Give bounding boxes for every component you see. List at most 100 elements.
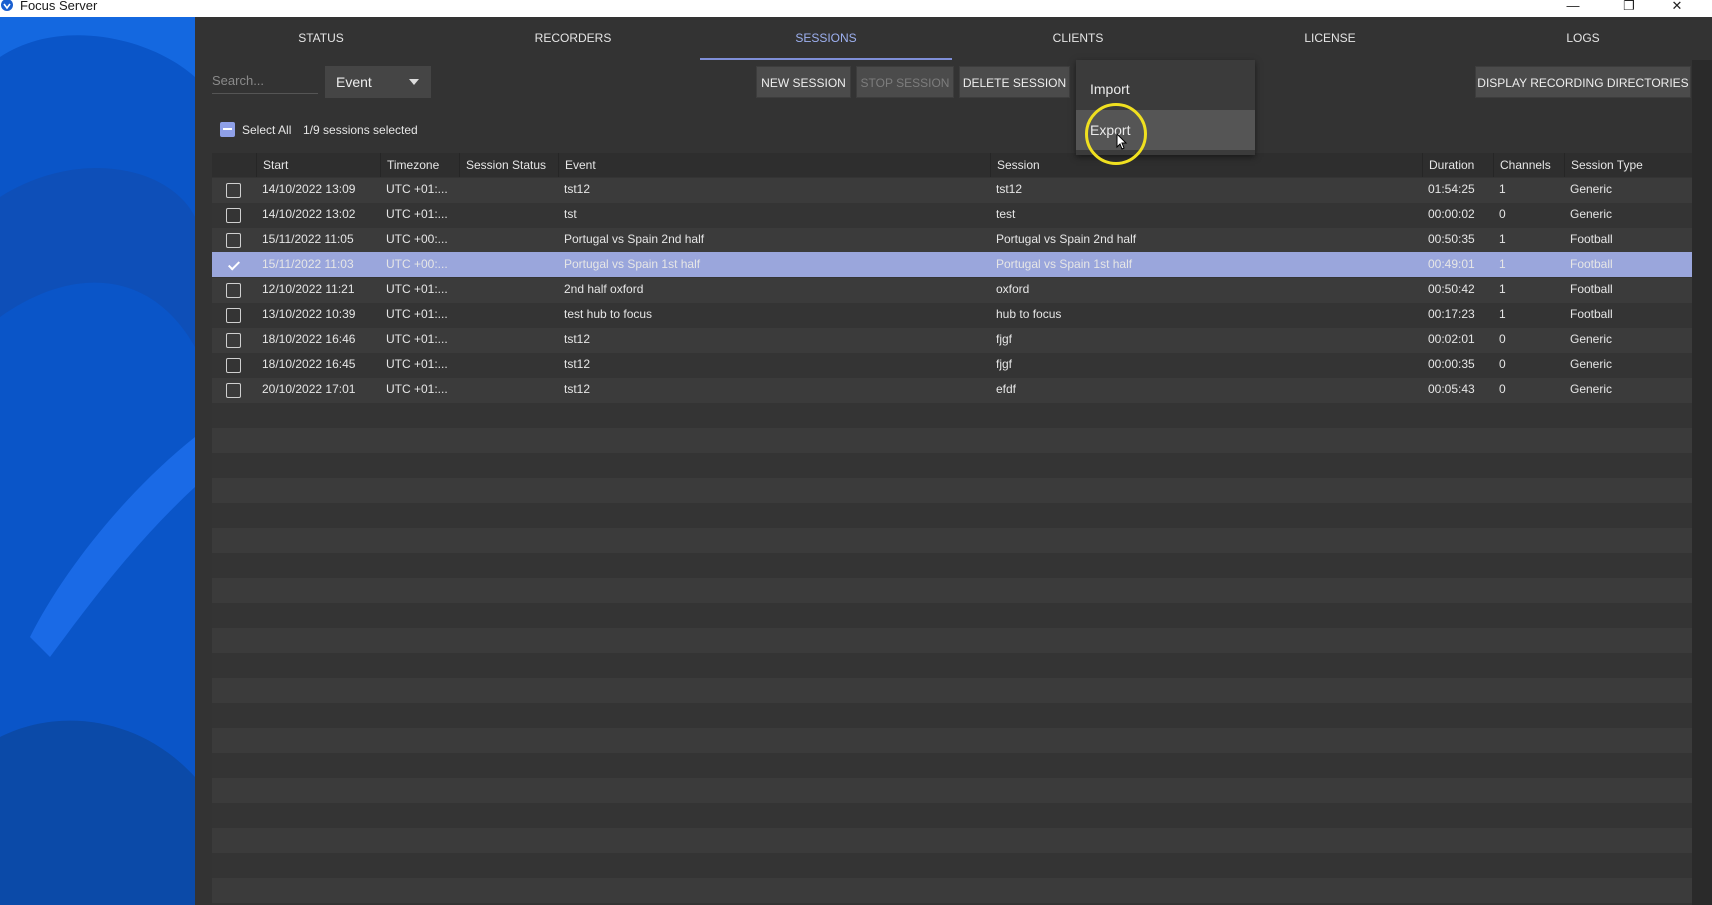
cell-session: tst12: [996, 182, 1023, 196]
cell-session-status: [459, 352, 558, 377]
column-header-session-status[interactable]: Session Status: [459, 153, 558, 177]
brand-side-panel: [0, 17, 195, 905]
table-row-selected[interactable]: 15/11/2022 11:03 UTC +00:... Portugal vs…: [212, 252, 1692, 277]
cell-start: 18/10/2022 16:45: [262, 357, 356, 371]
display-recording-directories-button[interactable]: DISPLAY RECORDING DIRECTORIES: [1475, 66, 1691, 98]
cell-event: test hub to focus: [564, 307, 653, 321]
row-checkbox[interactable]: [226, 233, 241, 248]
cell-session-type: Generic: [1570, 332, 1613, 346]
cell-event: Portugal vs Spain 2nd half: [564, 232, 705, 246]
tab-license[interactable]: LICENSE: [1204, 17, 1456, 60]
menu-item-import[interactable]: Import: [1076, 69, 1255, 109]
tab-logs[interactable]: LOGS: [1457, 17, 1709, 60]
cell-session-status: [459, 227, 558, 252]
cell-duration: 00:00:02: [1428, 207, 1475, 221]
top-tab-bar: STATUS RECORDERS SESSIONS CLIENTS LICENS…: [195, 17, 1712, 60]
tab-recorders[interactable]: RECORDERS: [447, 17, 699, 60]
cell-timezone: UTC +00:...: [386, 232, 448, 246]
sessions-table: Start Timezone Session Status Event Sess…: [212, 153, 1692, 905]
cell-timezone: UTC +01:...: [386, 182, 448, 196]
cell-duration: 00:50:35: [1428, 232, 1475, 246]
tab-clients[interactable]: CLIENTS: [952, 17, 1204, 60]
cell-duration: 00:17:23: [1428, 307, 1475, 321]
row-checkbox[interactable]: [226, 183, 241, 198]
cell-session-type: Generic: [1570, 382, 1613, 396]
maximize-button[interactable]: ❐: [1606, 0, 1652, 16]
cell-duration: 00:49:01: [1428, 257, 1475, 271]
row-checkbox[interactable]: [226, 358, 241, 373]
column-header-session[interactable]: Session: [990, 153, 1422, 177]
select-all-label[interactable]: Select All: [242, 123, 291, 137]
selected-count-text: 1/9 sessions selected: [303, 123, 418, 137]
table-row[interactable]: 18/10/2022 16:45 UTC +01:... tst12 fjgf …: [212, 352, 1692, 377]
cell-session-status: [459, 377, 558, 402]
window-title: Focus Server: [20, 0, 98, 13]
cell-start: 14/10/2022 13:02: [262, 207, 356, 221]
cell-duration: 00:00:35: [1428, 357, 1475, 371]
row-checkbox[interactable]: [226, 333, 241, 348]
cell-channels: 1: [1499, 257, 1506, 271]
table-row[interactable]: 13/10/2022 10:39 UTC +01:... test hub to…: [212, 302, 1692, 327]
column-header-channels[interactable]: Channels: [1493, 153, 1564, 177]
cell-channels: 1: [1499, 182, 1506, 196]
cell-session: fjgf: [996, 332, 1013, 346]
title-bar: Focus Server — ❐ ✕: [0, 0, 1712, 17]
cell-event: tst12: [564, 382, 591, 396]
table-row[interactable]: 18/10/2022 16:46 UTC +01:... tst12 fjgf …: [212, 327, 1692, 352]
column-header-start[interactable]: Start: [256, 153, 380, 177]
table-row[interactable]: 14/10/2022 13:09 UTC +01:... tst12 tst12…: [212, 177, 1692, 202]
cell-start: 13/10/2022 10:39: [262, 307, 356, 321]
cell-event: tst: [564, 207, 577, 221]
table-row[interactable]: 14/10/2022 13:02 UTC +01:... tst test 00…: [212, 202, 1692, 227]
search-field-select[interactable]: Event: [325, 66, 431, 98]
brand-swoosh-graphic: [0, 17, 195, 905]
cell-start: 15/11/2022 11:05: [262, 232, 354, 246]
table-row[interactable]: 15/11/2022 11:05 UTC +00:... Portugal vs…: [212, 227, 1692, 252]
cell-session-status: [459, 302, 558, 327]
close-button[interactable]: ✕: [1654, 0, 1700, 16]
cell-timezone: UTC +00:...: [386, 257, 448, 271]
cell-timezone: UTC +01:...: [386, 282, 448, 296]
chevron-down-icon: [409, 79, 419, 85]
table-row[interactable]: 20/10/2022 17:01 UTC +01:... tst12 efdf …: [212, 377, 1692, 402]
active-tab-indicator: [700, 58, 952, 60]
stop-session-button[interactable]: STOP SESSION: [856, 66, 954, 98]
cell-session: Portugal vs Spain 1st half: [996, 257, 1133, 271]
search-field-value: Event: [336, 74, 372, 90]
app-logo-icon: [1, 0, 13, 11]
column-header-duration[interactable]: Duration: [1422, 153, 1493, 177]
tab-status[interactable]: STATUS: [195, 17, 447, 60]
tab-sessions[interactable]: SESSIONS: [700, 17, 952, 60]
cell-channels: 1: [1499, 282, 1506, 296]
cell-session-type: Generic: [1570, 357, 1613, 371]
cell-timezone: UTC +01:...: [386, 207, 448, 221]
column-header-timezone[interactable]: Timezone: [380, 153, 459, 177]
cell-timezone: UTC +01:...: [386, 307, 448, 321]
cell-session-type: Generic: [1570, 207, 1613, 221]
new-session-button[interactable]: NEW SESSION: [756, 66, 851, 98]
row-checkbox[interactable]: [226, 383, 241, 398]
cell-event: tst12: [564, 357, 591, 371]
column-header-event[interactable]: Event: [558, 153, 990, 177]
cell-session-type: Generic: [1570, 182, 1613, 196]
cell-session-status: [459, 327, 558, 352]
row-checkbox-checked[interactable]: [226, 258, 241, 273]
row-checkbox[interactable]: [226, 208, 241, 223]
minimize-button[interactable]: —: [1550, 0, 1596, 16]
cell-channels: 1: [1499, 232, 1506, 246]
cell-session: test: [996, 207, 1016, 221]
cell-start: 18/10/2022 16:46: [262, 332, 356, 346]
cell-session-status: [459, 252, 558, 277]
select-all-checkbox[interactable]: [220, 122, 235, 137]
search-input[interactable]: [212, 68, 318, 94]
cell-channels: 0: [1499, 357, 1506, 371]
row-checkbox[interactable]: [226, 283, 241, 298]
scrollbar-track[interactable]: [1692, 17, 1712, 905]
cell-session-type: Football: [1570, 282, 1613, 296]
row-checkbox[interactable]: [226, 308, 241, 323]
cell-timezone: UTC +01:...: [386, 382, 448, 396]
column-header-session-type[interactable]: Session Type: [1564, 153, 1692, 177]
cell-event: tst12: [564, 182, 591, 196]
delete-session-button[interactable]: DELETE SESSION: [959, 66, 1070, 98]
table-row[interactable]: 12/10/2022 11:21 UTC +01:... 2nd half ox…: [212, 277, 1692, 302]
